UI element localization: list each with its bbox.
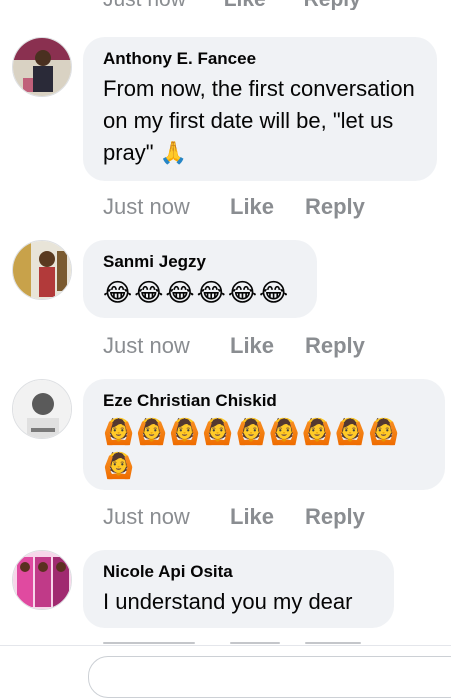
like-link[interactable]: Like — [230, 333, 305, 359]
reply-link[interactable]: Reply — [305, 504, 365, 530]
comment-text: 😂😂😂😂😂😂 — [103, 278, 291, 307]
previous-comment-actions: Just now Like Reply — [0, 0, 451, 10]
reply-link[interactable]: Reply — [304, 0, 361, 10]
timestamp[interactable]: Just now — [103, 504, 230, 530]
comment-bubble: Anthony E. Fancee From now, the first co… — [83, 37, 437, 181]
comment-text: I understand you my dear — [103, 589, 353, 614]
comment-text: From now, the first conversation on my f… — [103, 76, 415, 165]
timestamp[interactable]: Just now — [103, 333, 230, 359]
comment-author[interactable]: Nicole Api Osita — [103, 562, 374, 582]
comment-bubble: Eze Christian Chiskid 🙆🙆🙆🙆🙆🙆🙆🙆🙆🙆 — [83, 379, 445, 490]
avatar[interactable] — [12, 240, 72, 300]
reply-link[interactable]: Reply — [305, 194, 365, 220]
like-link[interactable]: Like — [230, 194, 305, 220]
avatar[interactable] — [12, 550, 72, 610]
avatar-image — [13, 551, 71, 609]
write-comment-input[interactable] — [88, 656, 451, 698]
timestamp: Just now — [103, 0, 186, 10]
comment-bubble: Nicole Api Osita I understand you my dea… — [83, 550, 394, 628]
comment-author[interactable]: Sanmi Jegzy — [103, 252, 297, 272]
comment-text: 🙆🙆🙆🙆🙆🙆🙆🙆🙆🙆 — [103, 417, 402, 480]
comment-bubble: Sanmi Jegzy 😂😂😂😂😂😂 — [83, 240, 317, 318]
timestamp[interactable]: Just now — [103, 194, 230, 220]
avatar-image — [13, 38, 71, 96]
comment-actions: Just now Like Reply — [103, 194, 365, 220]
avatar-image — [13, 380, 71, 438]
like-link[interactable]: Like — [224, 0, 266, 10]
comment-actions: Just now Like Reply — [103, 333, 365, 359]
like-link[interactable]: Like — [230, 504, 305, 530]
avatar-image — [13, 241, 71, 299]
reply-link[interactable]: Reply — [305, 333, 365, 359]
comment-actions: Just now Like Reply — [103, 504, 365, 530]
avatar[interactable] — [12, 37, 72, 97]
avatar[interactable] — [12, 379, 72, 439]
comment-author[interactable]: Anthony E. Fancee — [103, 49, 417, 69]
comment-author[interactable]: Eze Christian Chiskid — [103, 391, 425, 411]
